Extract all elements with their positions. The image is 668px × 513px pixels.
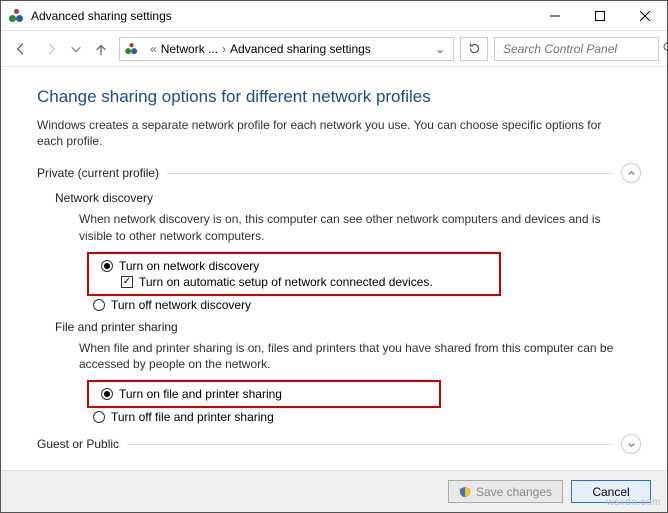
breadcrumb-current[interactable]: Advanced sharing settings (230, 42, 371, 56)
breadcrumb-sep-icon: « (150, 42, 157, 56)
subhead-file-printer-sharing: File and printer sharing (55, 320, 641, 334)
window-buttons (532, 1, 667, 31)
watermark: wsxdn.com (606, 497, 661, 508)
section-private-header[interactable]: Private (current profile) (37, 163, 641, 183)
search-input[interactable] (501, 41, 662, 57)
section-guest-label: Guest or Public (37, 437, 119, 451)
search-box[interactable] (494, 37, 659, 61)
chevron-right-icon: › (222, 42, 226, 56)
toolbar: « Network ... › Advanced sharing setting… (1, 31, 667, 67)
recent-locations-button[interactable] (69, 37, 83, 61)
close-button[interactable] (622, 1, 667, 31)
address-bar[interactable]: « Network ... › Advanced sharing setting… (119, 37, 454, 61)
radio-icon (93, 411, 105, 423)
location-icon (125, 42, 139, 56)
back-button[interactable] (9, 37, 33, 61)
subhead-network-discovery: Network discovery (55, 191, 641, 205)
expand-icon[interactable] (621, 434, 641, 454)
highlight-file-printer-sharing: Turn on file and printer sharing (87, 380, 441, 408)
radio-turn-off-network-discovery[interactable]: Turn off network discovery (93, 298, 641, 312)
forward-button[interactable] (39, 37, 63, 61)
radio-turn-off-file-printer[interactable]: Turn off file and printer sharing (93, 410, 641, 424)
radio-icon (101, 260, 113, 272)
collapse-icon[interactable] (621, 163, 641, 183)
section-private-label: Private (current profile) (37, 166, 159, 180)
radio-icon (93, 299, 105, 311)
page-title: Change sharing options for different net… (37, 87, 641, 107)
desc-file-printer-sharing: When file and printer sharing is on, fil… (79, 340, 633, 372)
checkbox-label: Turn on automatic setup of network conne… (139, 275, 433, 289)
shield-icon (459, 486, 471, 498)
maximize-button[interactable] (577, 1, 622, 31)
highlight-network-discovery: Turn on network discovery Turn on automa… (87, 252, 501, 296)
section-guest-header[interactable]: Guest or Public (37, 434, 641, 454)
content-area: Change sharing options for different net… (1, 69, 667, 470)
refresh-button[interactable] (460, 37, 488, 61)
titlebar: Advanced sharing settings (1, 1, 667, 31)
radio-label: Turn off file and printer sharing (111, 410, 274, 424)
search-icon[interactable] (662, 41, 668, 57)
radio-turn-on-network-discovery[interactable]: Turn on network discovery (101, 259, 493, 273)
checkbox-auto-setup-devices[interactable]: Turn on automatic setup of network conne… (121, 275, 493, 289)
radio-icon (101, 388, 113, 400)
control-panel-icon (9, 8, 25, 24)
radio-label: Turn off network discovery (111, 298, 251, 312)
minimize-button[interactable] (532, 1, 577, 31)
desc-network-discovery: When network discovery is on, this compu… (79, 211, 633, 243)
page-intro: Windows creates a separate network profi… (37, 117, 627, 149)
save-button-label: Save changes (476, 485, 552, 499)
breadcrumb-network[interactable]: Network ... (161, 42, 218, 56)
window-title: Advanced sharing settings (31, 9, 172, 23)
address-dropdown-icon[interactable]: ⌄ (431, 42, 449, 56)
checkbox-icon (121, 276, 133, 288)
radio-label: Turn on file and printer sharing (119, 387, 282, 401)
radio-turn-on-file-printer[interactable]: Turn on file and printer sharing (101, 387, 433, 401)
up-button[interactable] (89, 37, 113, 61)
radio-label: Turn on network discovery (119, 259, 259, 273)
save-changes-button[interactable]: Save changes (448, 480, 563, 503)
footer: Save changes Cancel (1, 470, 667, 512)
